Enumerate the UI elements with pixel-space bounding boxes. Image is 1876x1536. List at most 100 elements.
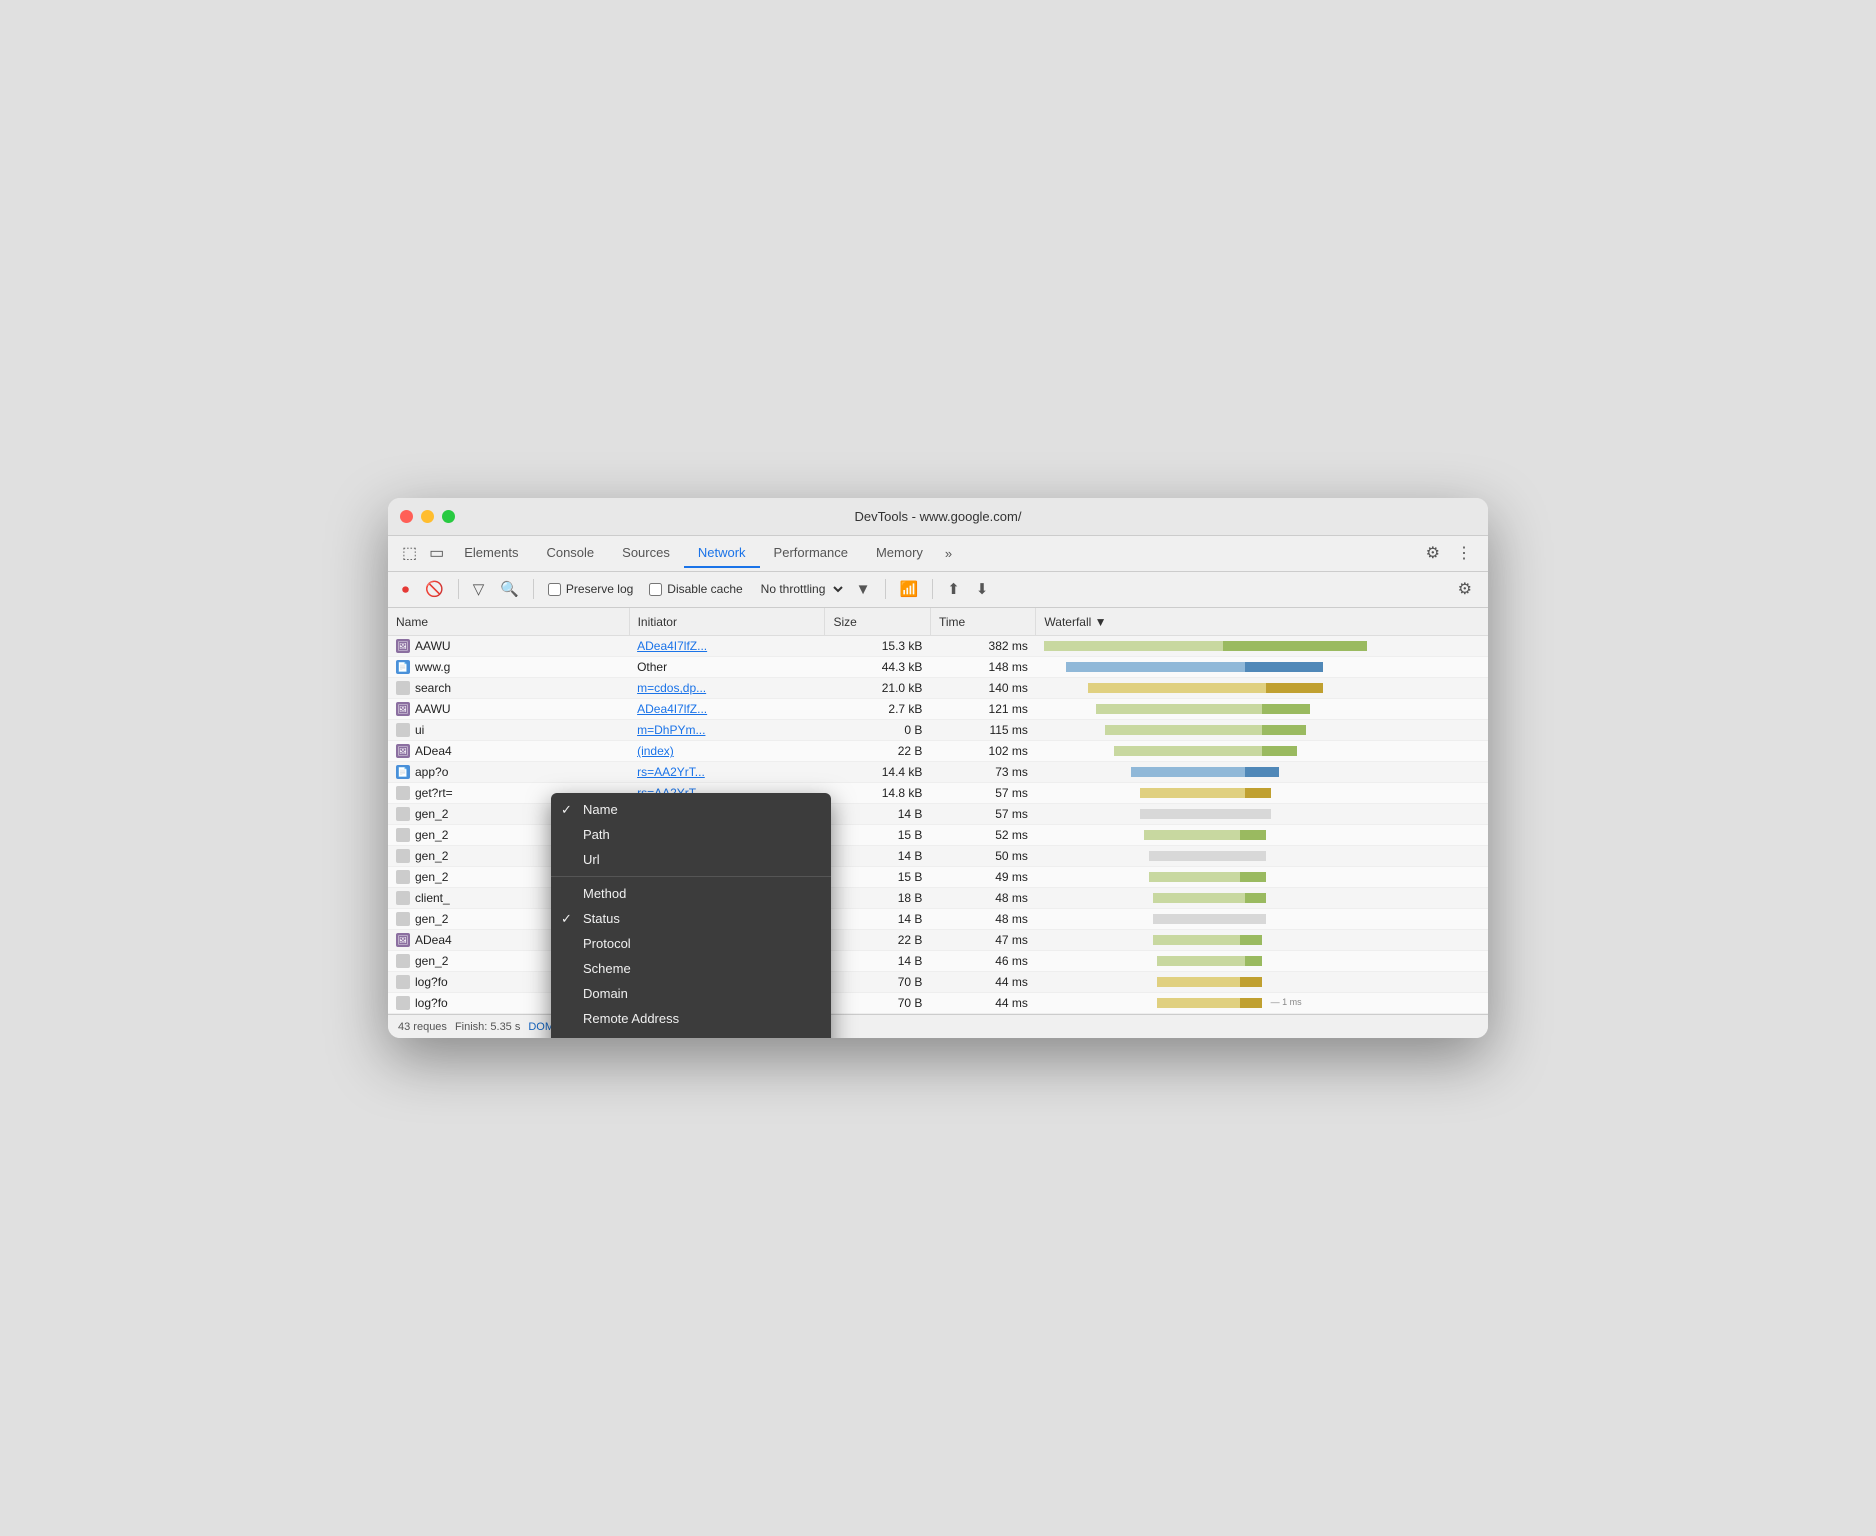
file-icon: 📄 [396,765,410,779]
file-icon [396,786,410,800]
initiator-link[interactable]: (index) [637,744,674,758]
waterfall-bar [1044,934,1480,946]
waterfall-bar [1044,787,1480,799]
cm-item-domain[interactable]: Domain [551,981,831,1006]
cm-sep-1 [551,876,831,877]
waterfall-bar [1044,766,1480,778]
tab-performance[interactable]: Performance [760,539,862,568]
waterfall-bar: — 1 ms [1044,997,1480,1009]
col-header-waterfall[interactable]: Waterfall ▼ [1036,608,1488,636]
context-menu: Name Path Url Method Status Protocol Sch… [551,793,831,1039]
table-row[interactable]: searchm=cdos,dp...21.0 kB140 ms [388,678,1488,699]
network-settings-btn[interactable]: ⚙ [1450,575,1480,603]
cm-item-remote-address-space[interactable]: Remote Address Space [551,1031,831,1039]
tab-sources[interactable]: Sources [608,539,684,568]
file-icon: 🖼 [396,744,410,758]
file-icon [396,849,410,863]
waterfall-bar [1044,661,1480,673]
file-icon: 📄 [396,660,410,674]
file-icon [396,807,410,821]
table-row[interactable]: 🖼AAWUADea4I7lfZ...15.3 kB382 ms [388,636,1488,657]
waterfall-bar [1044,703,1480,715]
cm-item-url[interactable]: Url [551,847,831,872]
file-icon [396,975,410,989]
table-row[interactable]: 🖼AAWUADea4I7lfZ...2.7 kB121 ms [388,699,1488,720]
file-icon [396,912,410,926]
table-area: Name Initiator Size Time Waterfall ▼ 🖼AA… [388,608,1488,1015]
table-row[interactable]: 📄app?ors=AA2YrT...14.4 kB73 ms [388,762,1488,783]
wifi-icon-btn[interactable]: 📶 [894,577,925,601]
table-row[interactable]: uim=DhPYm...0 B115 ms [388,720,1488,741]
cm-item-protocol[interactable]: Protocol [551,931,831,956]
file-icon [396,723,410,737]
tab-elements[interactable]: Elements [450,539,532,568]
traffic-lights [400,510,455,523]
initiator-link[interactable]: m=cdos,dp... [637,681,706,695]
clear-button[interactable]: 🚫 [419,577,450,601]
tab-memory[interactable]: Memory [862,539,937,568]
maximize-button[interactable] [442,510,455,523]
col-header-size[interactable]: Size [825,608,930,636]
tab-console[interactable]: Console [532,539,608,568]
file-icon: 🖼 [396,933,410,947]
download-icon-btn[interactable]: ⬇ [970,577,995,601]
record-button[interactable]: ⏺ [396,578,415,601]
preserve-log-label[interactable]: Preserve log [542,580,639,598]
waterfall-bar [1044,850,1480,862]
waterfall-bar [1044,871,1480,883]
mobile-icon-btn[interactable]: ▭ [423,539,450,567]
settings-icon-btn[interactable]: ⚙ [1418,539,1448,567]
initiator-link[interactable]: ADea4I7lfZ... [637,702,707,716]
cm-item-path[interactable]: Path [551,822,831,847]
waterfall-bar [1044,955,1480,967]
cm-item-method[interactable]: Method [551,881,831,906]
devtools-window: DevTools - www.google.com/ ⬚ ▭ Elements … [388,498,1488,1039]
throttle-select[interactable]: No throttling [753,579,846,599]
finish-time: Finish: 5.35 s [455,1021,520,1033]
cm-item-name[interactable]: Name [551,797,831,822]
preserve-log-checkbox[interactable] [548,583,561,596]
cm-item-scheme[interactable]: Scheme [551,956,831,981]
waterfall-bar [1044,976,1480,988]
file-icon [396,870,410,884]
initiator-link[interactable]: m=DhPYm... [637,723,705,737]
filter-button[interactable]: ▽ [467,577,491,601]
request-count: 43 reques [398,1021,447,1033]
network-toolbar: ⏺ 🚫 ▽ 🔍 Preserve log Disable cache No th… [388,572,1488,608]
file-icon [396,828,410,842]
table-header-row: Name Initiator Size Time Waterfall ▼ [388,608,1488,636]
cm-item-status[interactable]: Status [551,906,831,931]
more-tabs-chevron[interactable]: » [937,542,960,565]
toolbar-divider-4 [932,579,933,599]
close-button[interactable] [400,510,413,523]
table-row[interactable]: 🖼ADea4(index)22 B102 ms [388,741,1488,762]
initiator-link[interactable]: ADea4I7lfZ... [637,639,707,653]
throttle-arrow-btn[interactable]: ▼ [850,578,877,601]
toolbar-divider-3 [885,579,886,599]
initiator-link[interactable]: rs=AA2YrT... [637,765,705,779]
tab-network[interactable]: Network [684,539,760,568]
waterfall-bar [1044,913,1480,925]
waterfall-bar [1044,640,1480,652]
more-options-btn[interactable]: ⋮ [1448,539,1480,567]
col-header-initiator[interactable]: Initiator [629,608,825,636]
waterfall-bar [1044,724,1480,736]
waterfall-bar [1044,745,1480,757]
cm-item-remote-address[interactable]: Remote Address [551,1006,831,1031]
col-header-name[interactable]: Name [388,608,629,636]
tab-bar: ⬚ ▭ Elements Console Sources Network Per… [388,536,1488,572]
minimize-button[interactable] [421,510,434,523]
file-icon [396,681,410,695]
upload-icon-btn[interactable]: ⬆ [941,577,966,601]
waterfall-bar [1044,892,1480,904]
cursor-icon-btn[interactable]: ⬚ [396,539,423,567]
disable-cache-label[interactable]: Disable cache [643,580,748,598]
toolbar-divider-2 [533,579,534,599]
file-icon [396,954,410,968]
waterfall-bar [1044,682,1480,694]
disable-cache-checkbox[interactable] [649,583,662,596]
waterfall-bar [1044,808,1480,820]
search-button[interactable]: 🔍 [494,577,525,601]
col-header-time[interactable]: Time [930,608,1035,636]
table-row[interactable]: 📄www.gOther44.3 kB148 ms [388,657,1488,678]
